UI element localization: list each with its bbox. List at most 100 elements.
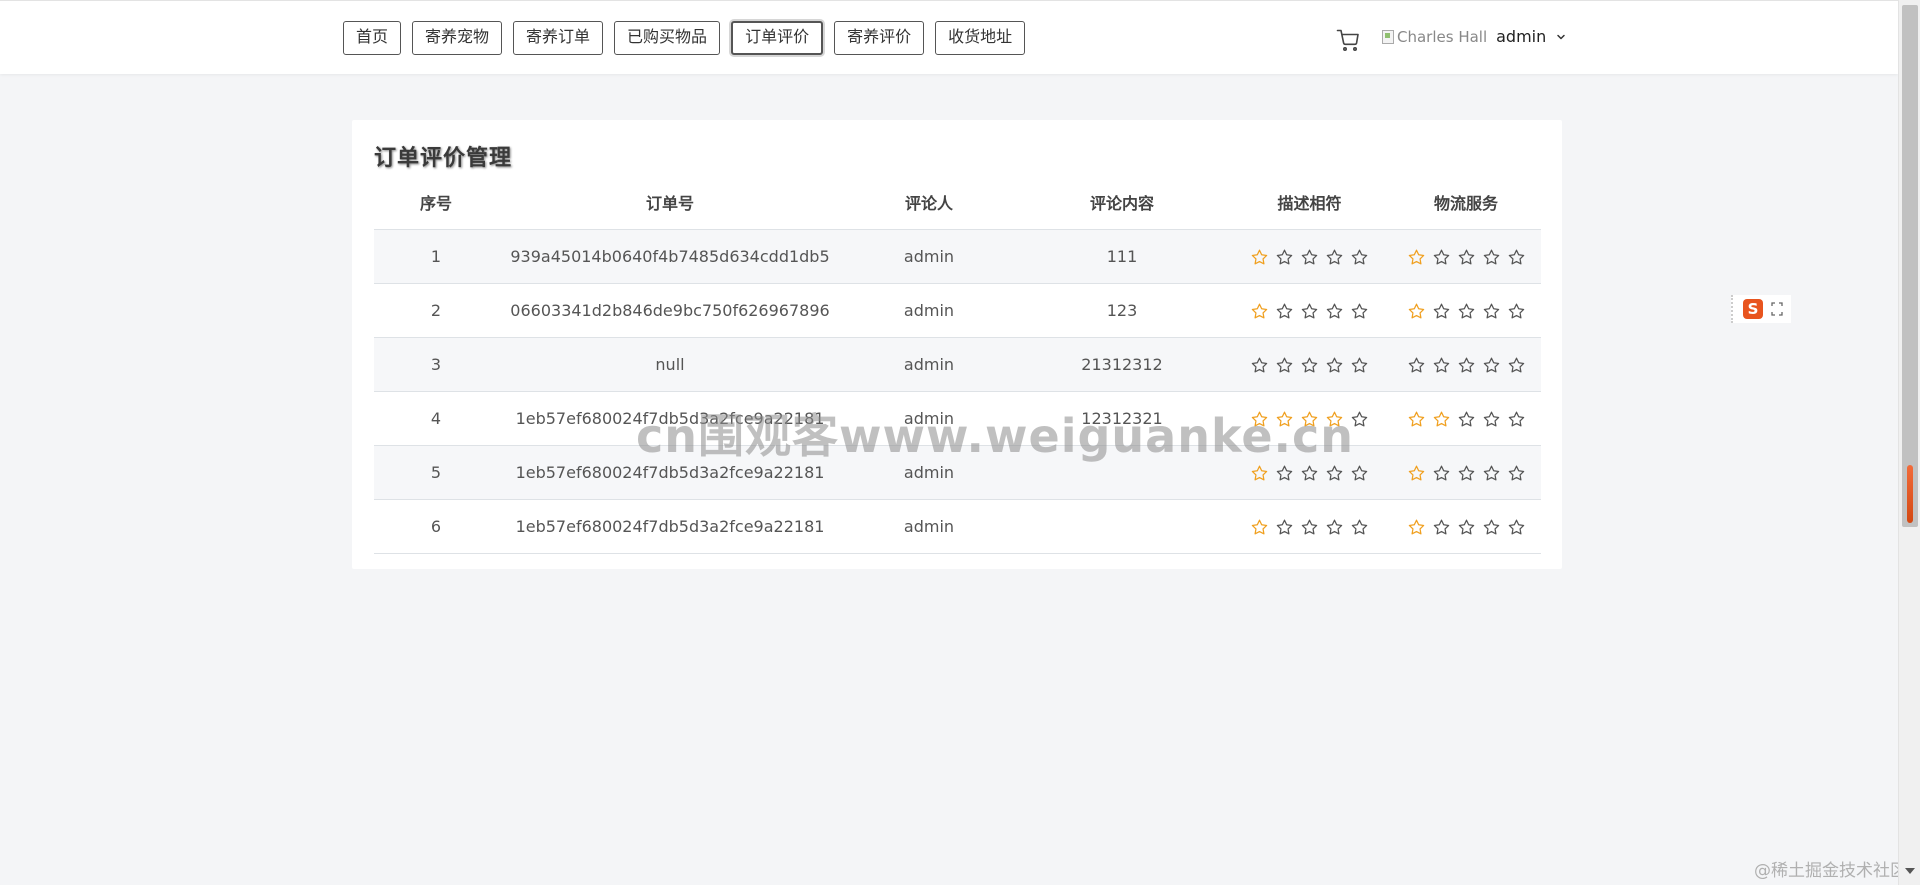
star-empty-icon <box>1351 357 1368 372</box>
logistics-service-star-rating <box>1407 410 1526 429</box>
star-empty-icon <box>1351 303 1368 318</box>
star-empty-icon <box>1276 303 1293 318</box>
star-empty-icon <box>1508 357 1524 372</box>
cell-description-match <box>1228 283 1391 338</box>
star-empty-icon <box>1326 357 1343 372</box>
cell-index: 3 <box>374 337 498 392</box>
table-body: 1 939a45014b0640f4b7485d634cdd1db5 admin 11… <box>374 229 1541 554</box>
cell-logistics-service <box>1391 445 1541 500</box>
star-empty-icon <box>1508 465 1524 480</box>
nav-button-2[interactable]: 寄养宠物 <box>412 21 503 55</box>
scrollbar-marker <box>1907 465 1913 523</box>
corner-credit-text: @稀土掘金技术社区 <box>1754 861 1907 881</box>
star-empty-icon <box>1458 465 1474 480</box>
nav-button-6[interactable]: 寄养评价 <box>834 21 925 55</box>
star-empty-icon <box>1433 357 1449 372</box>
star-empty-icon <box>1351 465 1368 480</box>
description-match-star-rating <box>1250 410 1369 429</box>
column-header-description-match: 描述相符 <box>1228 174 1391 230</box>
cell-reviewer: admin <box>842 499 1016 554</box>
star-empty-icon <box>1276 465 1293 480</box>
cell-order-no: 1eb57ef680024f7db5d3a2fce9a22181 <box>498 445 842 500</box>
cell-reviewer: admin <box>842 391 1016 446</box>
nav-button-5[interactable]: 订单评价 <box>731 21 824 55</box>
cell-content: 111 <box>1016 229 1228 284</box>
cell-reviewer: admin <box>842 283 1016 338</box>
user-menu[interactable]: Charles Hall admin <box>1382 27 1567 46</box>
star-empty-icon <box>1351 411 1368 426</box>
column-header-order-no: 订单号 <box>498 174 842 230</box>
broken-image-icon <box>1382 29 1394 44</box>
logistics-service-star-rating <box>1407 464 1526 483</box>
cell-content <box>1016 499 1228 554</box>
table-row: 4 1eb57ef680024f7db5d3a2fce9a22181 admin 12… <box>374 391 1541 446</box>
star-empty-icon <box>1326 249 1343 264</box>
vertical-scrollbar[interactable] <box>1898 0 1920 885</box>
cell-order-no: 06603341d2b846de9bc750f626967896 <box>498 283 842 338</box>
expand-icon[interactable] <box>1771 302 1783 316</box>
star-empty-icon <box>1483 357 1499 372</box>
cell-description-match <box>1228 337 1391 392</box>
star-filled-icon <box>1301 411 1318 426</box>
star-empty-icon <box>1301 357 1318 372</box>
star-filled-icon <box>1326 411 1343 426</box>
description-match-star-rating <box>1250 248 1369 267</box>
s-logo-icon[interactable]: S <box>1743 299 1763 319</box>
star-empty-icon <box>1508 249 1524 264</box>
logistics-service-star-rating <box>1407 518 1526 537</box>
star-empty-icon <box>1483 411 1499 426</box>
star-empty-icon <box>1433 465 1449 480</box>
cell-logistics-service <box>1391 391 1541 446</box>
star-empty-icon <box>1301 519 1318 534</box>
star-empty-icon <box>1301 303 1318 318</box>
order-review-table: 序号 订单号 评论人 评论内容 描述相符 物流服务 1 939a45014b064… <box>374 174 1541 554</box>
cell-content: 123 <box>1016 283 1228 338</box>
description-match-star-rating <box>1250 464 1369 483</box>
star-filled-icon <box>1251 303 1268 318</box>
cell-reviewer: admin <box>842 445 1016 500</box>
scrollbar-thumb[interactable] <box>1902 5 1918 527</box>
star-empty-icon <box>1508 303 1524 318</box>
table-header-row: 序号 订单号 评论人 评论内容 描述相符 物流服务 <box>374 174 1541 230</box>
nav-button-4[interactable]: 已购买物品 <box>614 21 721 55</box>
star-empty-icon <box>1408 357 1424 372</box>
star-empty-icon <box>1458 411 1474 426</box>
cell-index: 5 <box>374 445 498 500</box>
star-empty-icon <box>1351 519 1368 534</box>
page: 首页 寄养宠物 寄养订单 已购买物品 订单评价 寄养评价 收货地址 Charles Hall… <box>0 0 1920 885</box>
star-empty-icon <box>1483 465 1499 480</box>
cell-content <box>1016 445 1228 500</box>
nav-button-1[interactable]: 首页 <box>343 21 402 55</box>
cell-reviewer: admin <box>842 337 1016 392</box>
cell-description-match <box>1228 445 1391 500</box>
floating-widget[interactable]: S <box>1731 295 1791 323</box>
table-row: 3 null admin 21312312 <box>374 337 1541 392</box>
star-empty-icon <box>1458 357 1474 372</box>
star-filled-icon <box>1408 465 1424 480</box>
table-row: 6 1eb57ef680024f7db5d3a2fce9a22181 admin <box>374 499 1541 554</box>
nav-button-7[interactable]: 收货地址 <box>935 21 1026 55</box>
star-empty-icon <box>1276 249 1293 264</box>
star-filled-icon <box>1408 411 1424 426</box>
star-filled-icon <box>1251 465 1268 480</box>
table-row: 2 06603341d2b846de9bc750f626967896 admin 12… <box>374 283 1541 338</box>
cell-order-no: null <box>498 337 842 392</box>
scroll-down-arrow-icon[interactable] <box>1905 868 1915 874</box>
nav-button-3[interactable]: 寄养订单 <box>513 21 604 55</box>
logistics-service-star-rating <box>1407 302 1526 321</box>
cell-index: 1 <box>374 229 498 284</box>
column-header-index: 序号 <box>374 174 498 230</box>
page-title: 订单评价管理 <box>374 146 513 171</box>
table-row: 1 939a45014b0640f4b7485d634cdd1db5 admin 11… <box>374 229 1541 284</box>
cell-reviewer: admin <box>842 229 1016 284</box>
star-filled-icon <box>1433 411 1449 426</box>
star-empty-icon <box>1251 357 1268 372</box>
star-empty-icon <box>1433 249 1449 264</box>
cell-logistics-service <box>1391 283 1541 338</box>
cart-icon[interactable] <box>1336 28 1360 52</box>
cell-description-match <box>1228 391 1391 446</box>
star-empty-icon <box>1326 465 1343 480</box>
star-empty-icon <box>1326 519 1343 534</box>
star-empty-icon <box>1433 303 1449 318</box>
star-filled-icon <box>1408 303 1424 318</box>
